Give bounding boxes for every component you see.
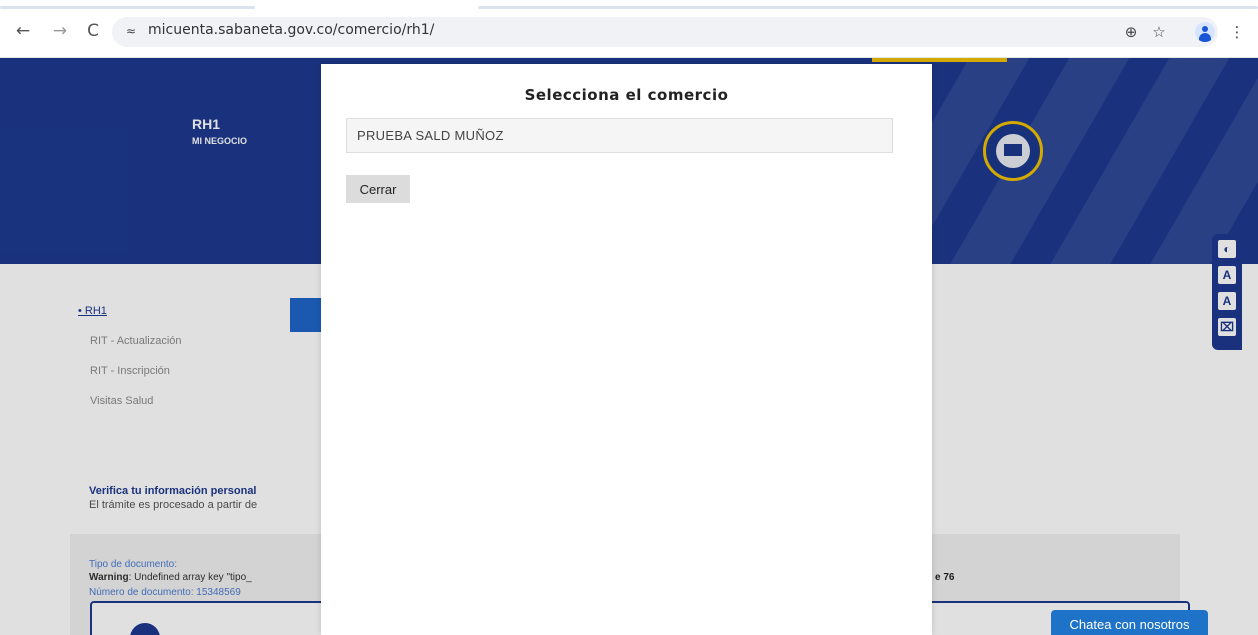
tab-strip: [0, 0, 1258, 10]
reload-icon[interactable]: C: [82, 20, 104, 42]
bookmark-star-icon[interactable]: ☆: [1148, 21, 1170, 43]
back-icon[interactable]: ←: [12, 20, 34, 42]
tab-indicator: [478, 6, 1258, 9]
tab-indicator: [0, 6, 255, 9]
site-settings-icon[interactable]: ≈: [122, 22, 140, 40]
business-option[interactable]: PRUEBA SALD MUÑOZ: [346, 118, 893, 153]
url-text[interactable]: micuenta.sabaneta.gov.co/comercio/rh1/: [148, 22, 434, 38]
browser-toolbar: ← → C ≈ micuenta.sabaneta.gov.co/comerci…: [0, 0, 1258, 58]
chat-button[interactable]: Chatea con nosotros: [1051, 610, 1208, 635]
modal-title: Selecciona el comercio: [524, 86, 729, 104]
zoom-icon[interactable]: ⊕: [1120, 21, 1142, 43]
close-button[interactable]: Cerrar: [346, 175, 410, 203]
profile-avatar-icon[interactable]: [1195, 22, 1215, 42]
browser-menu-icon[interactable]: ⋮: [1226, 21, 1248, 43]
forward-icon[interactable]: →: [49, 20, 71, 42]
select-business-modal: Selecciona el comercio PRUEBA SALD MUÑOZ…: [321, 64, 932, 635]
